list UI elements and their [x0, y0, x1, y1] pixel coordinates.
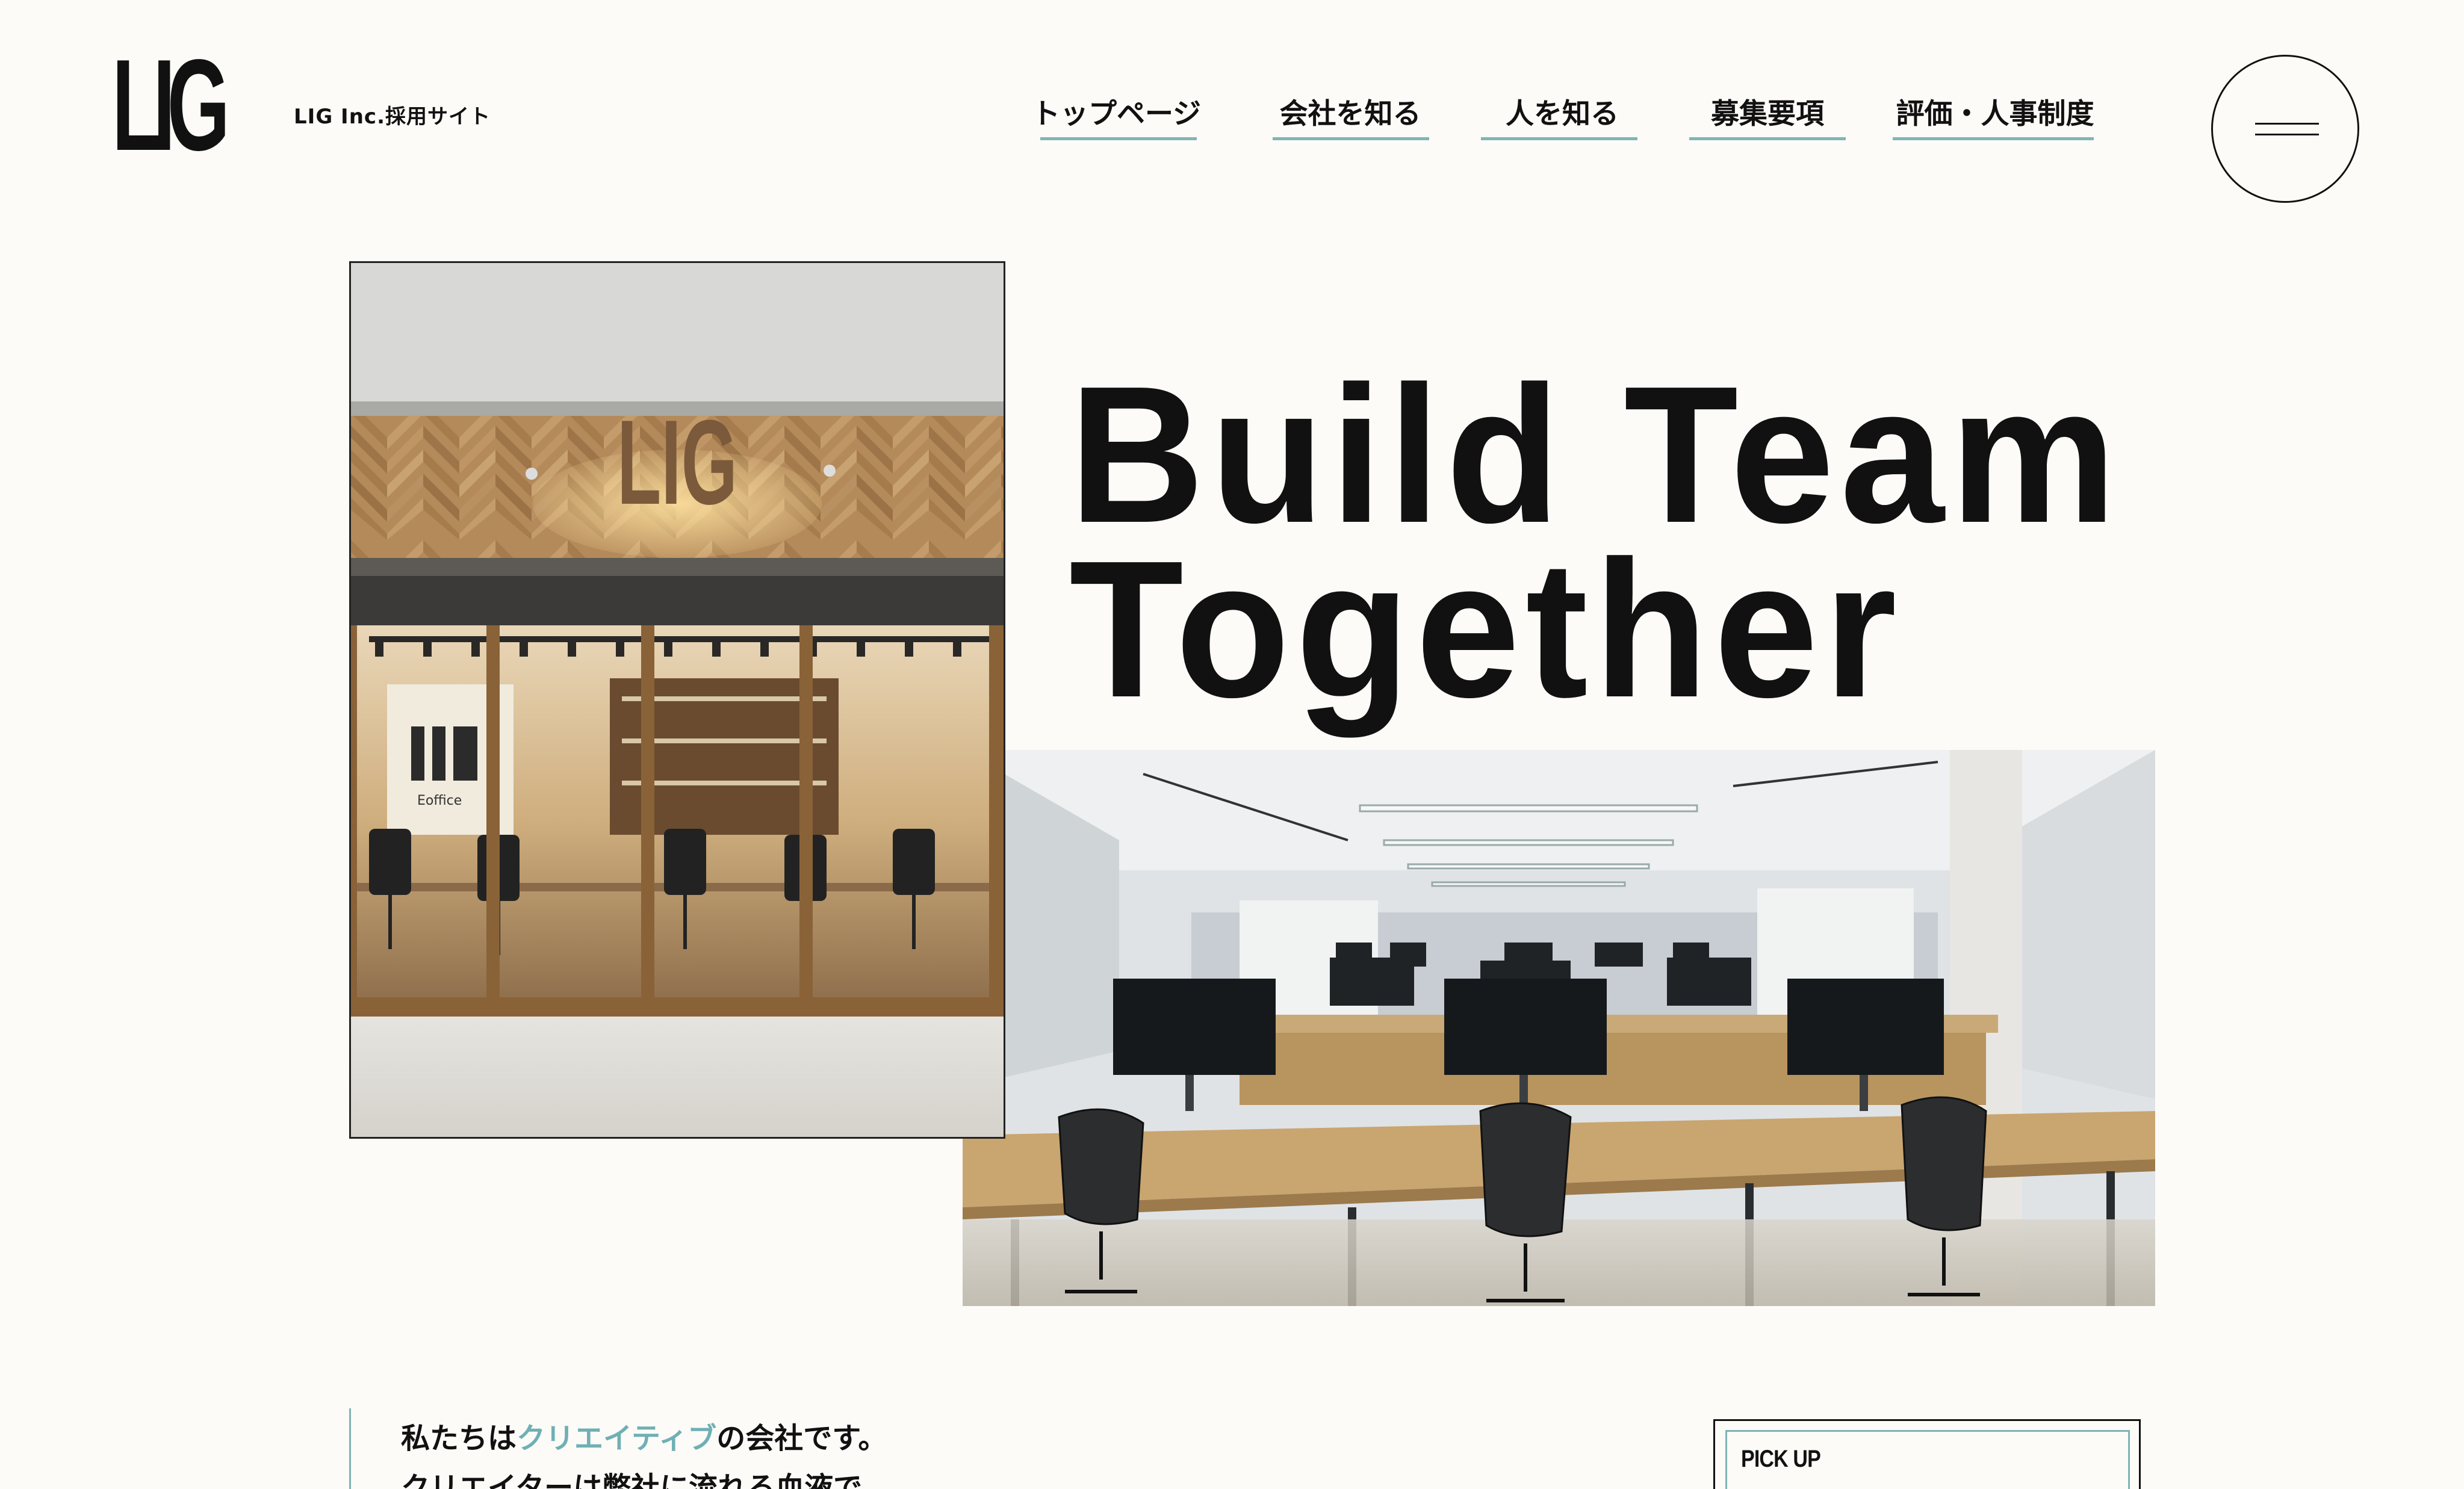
store-sign-text: LIG — [617, 395, 737, 529]
hamburger-icon — [2255, 123, 2319, 125]
nav-underline — [1689, 137, 1846, 140]
intro-accent-rule — [349, 1408, 351, 1489]
nav-underline — [1040, 137, 1197, 140]
store-window-text: Eoffice — [417, 793, 462, 808]
nav-item-recruit[interactable]: 募集要項 — [1689, 90, 1846, 132]
page: LIG LIG Inc.採用サイト トップページ 会社を知る 人を知る 募集要項… — [0, 0, 2464, 1489]
nav-item-company[interactable]: 会社を知る — [1275, 90, 1426, 132]
nav-item-people[interactable]: 人を知る — [1481, 90, 1643, 132]
hero-title: Build Team Together — [1069, 345, 2123, 738]
intro-line-1-prefix: 私たちは — [401, 1422, 517, 1455]
intro-line-1-suffix: の会社です。 — [716, 1422, 887, 1455]
pickup-label: PICK UP — [1741, 1446, 1821, 1472]
hero-title-line2: Together — [1069, 520, 1903, 738]
site-label: LIG Inc.採用サイト — [294, 105, 491, 129]
nav-underline — [1273, 137, 1429, 140]
storefront-photo: LIG Eoffice — [349, 261, 1005, 1139]
hamburger-icon — [2255, 134, 2319, 135]
nav-item-top[interactable]: トップページ — [1032, 90, 1201, 132]
nav-item-evaluation[interactable]: 評価・人事制度 — [1893, 90, 2097, 132]
nav-underline — [1481, 137, 1637, 140]
intro-line-1: 私たちはクリエイティブの会社です。 — [401, 1414, 887, 1456]
intro-line-1-accent: クリエイティブ — [517, 1422, 717, 1455]
menu-button[interactable] — [2211, 55, 2359, 203]
lig-logo[interactable]: LIG — [112, 40, 230, 170]
nav-underline — [1893, 137, 2094, 140]
intro-line-2: クリエイターは弊社に流れる血液で — [401, 1471, 863, 1489]
office-photo — [963, 750, 2155, 1306]
hero-title-line1: Build Team — [1069, 345, 2123, 563]
